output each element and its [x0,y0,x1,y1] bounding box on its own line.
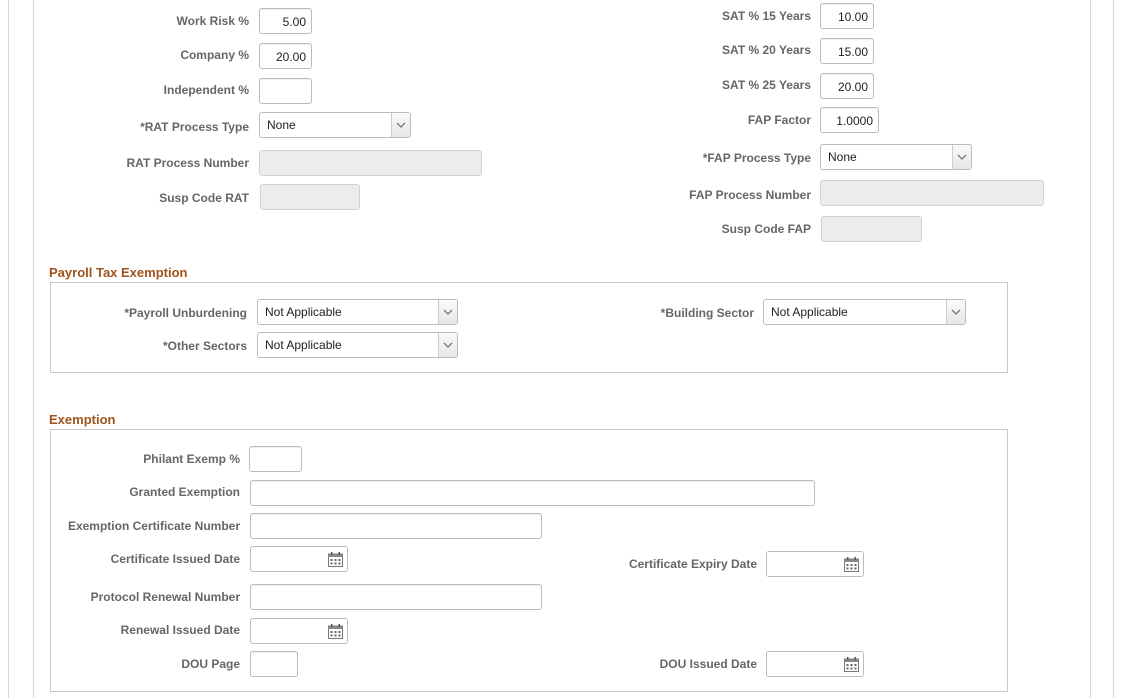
company-input[interactable]: 20.00 [259,43,312,69]
renewal-issued-date-input[interactable] [250,618,348,644]
page-frame-left-outer [8,0,9,698]
rat-process-type-value: None [267,118,296,132]
certificate-issued-date-label: Certificate Issued Date [110,552,240,566]
sat15-input[interactable]: 10.00 [820,3,874,29]
susp-code-rat-field [260,184,360,210]
building-sector-select[interactable]: Not Applicable [763,299,966,325]
payroll-unburdening-label: *Payroll Unburdening [124,306,247,320]
exemption-title: Exemption [49,412,116,427]
building-sector-dropdown-button[interactable] [946,300,965,324]
protocol-renewal-number-input[interactable] [250,584,542,610]
philant-exemp-label: Philant Exemp % [143,452,240,466]
company-label: Company % [180,48,249,62]
work-risk-label: Work Risk % [176,14,249,28]
fap-process-number-label: FAP Process Number [689,188,811,202]
certificate-expiry-date-label: Certificate Expiry Date [628,557,757,571]
fap-process-type-label: *FAP Process Type [702,151,811,165]
building-sector-value: Not Applicable [771,305,848,319]
certificate-expiry-date-input[interactable] [766,551,864,577]
page-frame-right-inner [1090,0,1091,698]
page-frame-right-outer [1113,0,1114,698]
rat-process-number-label: RAT Process Number [126,156,249,170]
payroll-unburdening-select[interactable]: Not Applicable [257,299,458,325]
susp-code-fap-label: Susp Code FAP [721,222,811,236]
payroll-tax-exemption-box [50,282,1008,373]
fap-process-number-field [820,180,1044,206]
chevron-down-icon [443,309,453,315]
payroll-tax-exemption-title: Payroll Tax Exemption [49,265,188,280]
work-risk-input[interactable]: 5.00 [259,8,312,34]
certificate-issued-date-input[interactable] [250,546,348,572]
rat-process-number-field [259,150,482,176]
sat15-label: SAT % 15 Years [722,9,811,23]
fap-process-type-dropdown-button[interactable] [952,145,971,169]
calendar-icon[interactable] [327,623,344,640]
rat-process-type-label: *RAT Process Type [140,120,249,134]
sat20-input[interactable]: 15.00 [820,38,874,64]
fap-process-type-value: None [828,150,857,164]
other-sectors-label: *Other Sectors [162,339,247,353]
independent-input[interactable] [259,78,312,104]
other-sectors-value: Not Applicable [265,338,342,352]
dou-page-label: DOU Page [181,657,240,671]
other-sectors-dropdown-button[interactable] [438,333,457,357]
chevron-down-icon [396,122,406,128]
dou-issued-date-label: DOU Issued Date [659,657,757,671]
fap-factor-input[interactable]: 1.0000 [820,107,879,133]
fap-factor-label: FAP Factor [747,113,811,127]
granted-exemption-label: Granted Exemption [129,485,240,499]
sat20-label: SAT % 20 Years [722,43,811,57]
chevron-down-icon [957,154,967,160]
independent-label: Independent % [163,83,249,97]
calendar-icon[interactable] [843,656,860,673]
other-sectors-select[interactable]: Not Applicable [257,332,458,358]
page-frame-left-inner [33,0,34,698]
susp-code-rat-label: Susp Code RAT [159,191,249,205]
building-sector-label: *Building Sector [660,306,754,320]
chevron-down-icon [443,342,453,348]
sat25-input[interactable]: 20.00 [820,73,874,99]
chevron-down-icon [951,309,961,315]
sat25-label: SAT % 25 Years [722,78,811,92]
dou-page-input[interactable] [250,651,298,677]
rat-process-type-select[interactable]: None [259,112,411,138]
protocol-renewal-number-label: Protocol Renewal Number [90,590,240,604]
calendar-icon[interactable] [843,556,860,573]
fap-process-type-select[interactable]: None [820,144,972,170]
susp-code-fap-field [821,216,922,242]
granted-exemption-input[interactable] [250,480,815,506]
certificate-number-label: Exemption Certificate Number [67,519,240,533]
payroll-unburdening-value: Not Applicable [265,305,342,319]
rat-process-type-dropdown-button[interactable] [391,113,410,137]
philant-exemp-input[interactable] [249,446,302,472]
calendar-icon[interactable] [327,551,344,568]
renewal-issued-date-label: Renewal Issued Date [120,623,240,637]
certificate-number-input[interactable] [250,513,542,539]
payroll-unburdening-dropdown-button[interactable] [438,300,457,324]
dou-issued-date-input[interactable] [766,651,864,677]
